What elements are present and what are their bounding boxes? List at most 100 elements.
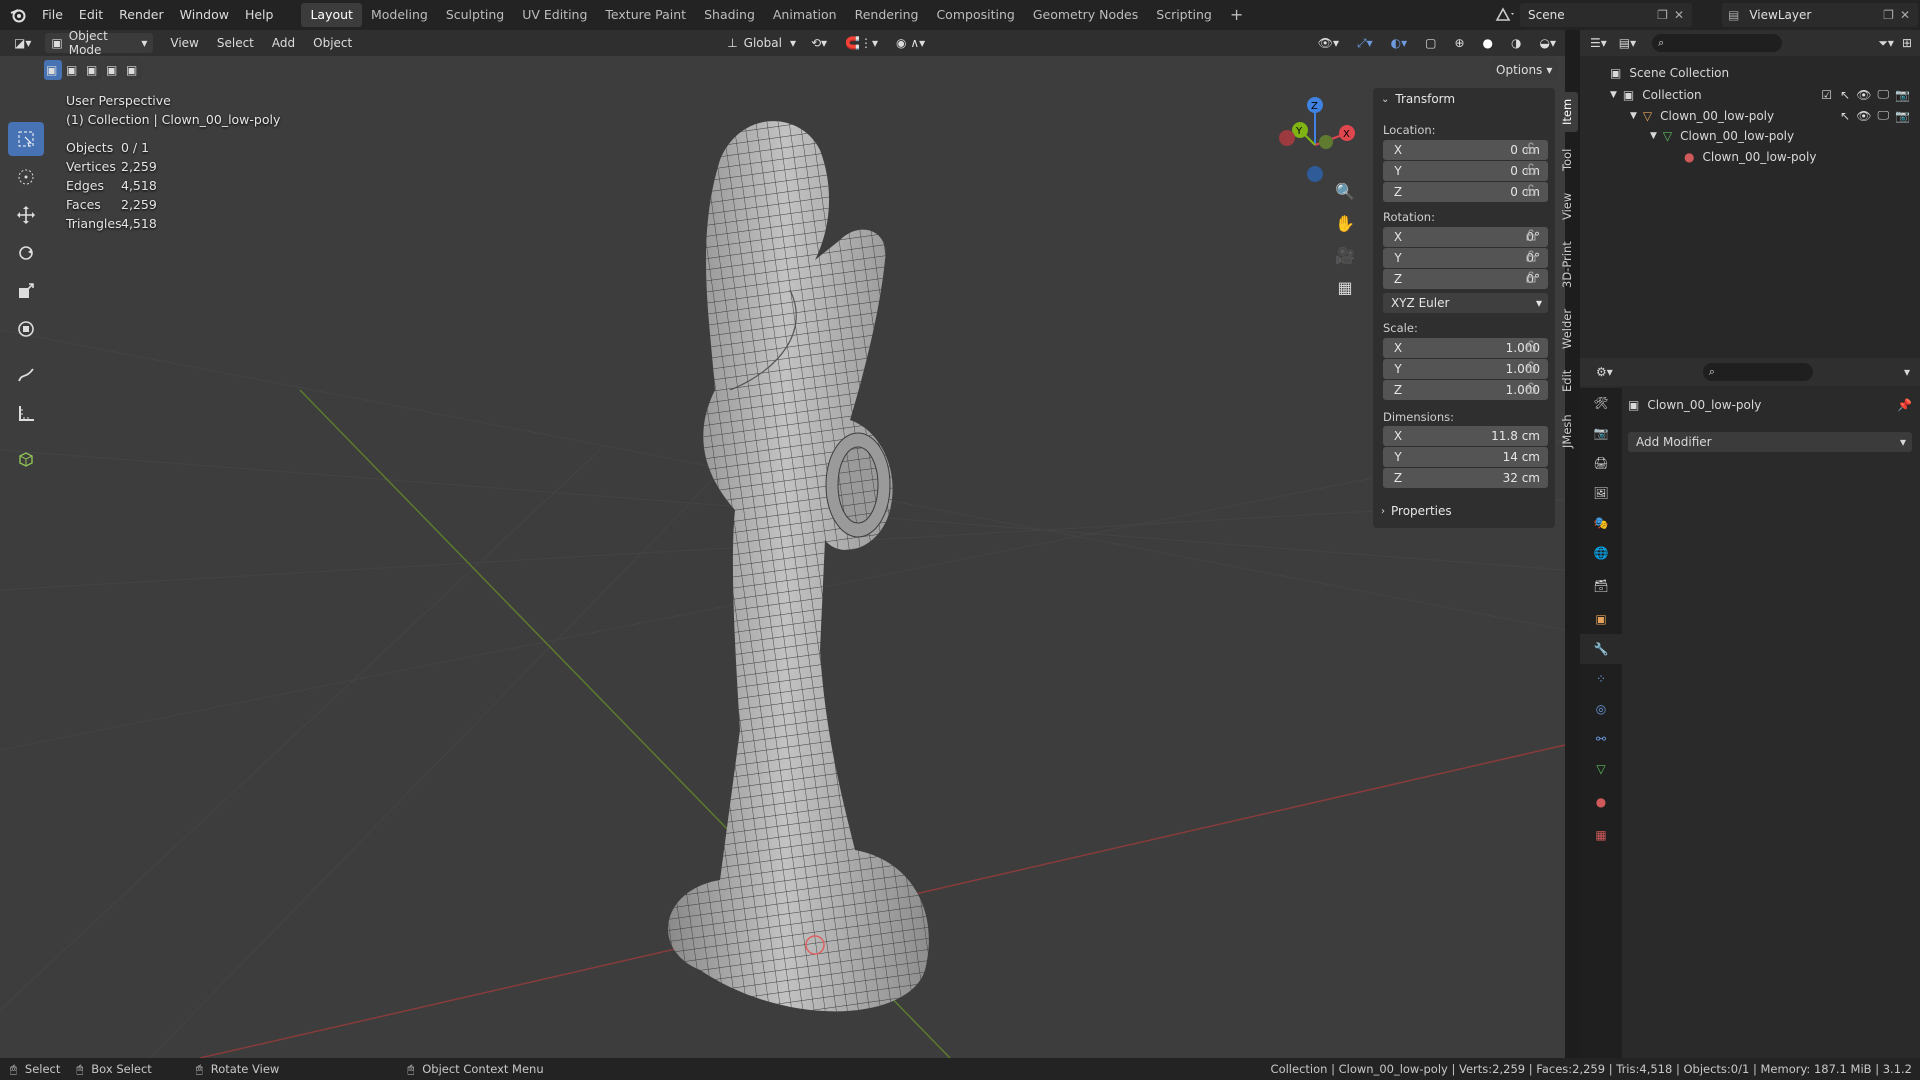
dimensions-y-field[interactable]: Y 14 cm [1383, 447, 1548, 467]
transform-panel-header[interactable]: ⌄ Transform [1381, 92, 1455, 106]
view-layer-copy-icon[interactable]: ❐ [1883, 8, 1894, 22]
tab-layout[interactable]: Layout [301, 3, 362, 27]
eye-icon[interactable]: 👁 [1856, 88, 1871, 102]
scale-z-field[interactable]: Z 1.000 [1383, 380, 1548, 400]
lock-icon[interactable] [1525, 163, 1537, 178]
tab-shading[interactable]: Shading [695, 3, 764, 27]
chevron-down-icon[interactable]: ▼ [1630, 111, 1637, 121]
blender-logo-icon[interactable] [10, 7, 26, 23]
filter-icon[interactable]: ⏷▾ [1878, 36, 1894, 51]
rotation-x-field[interactable]: X 0° [1383, 227, 1548, 247]
scene-copy-icon[interactable]: ❐ [1657, 8, 1668, 22]
outliner-search-field[interactable]: ⌕ [1652, 34, 1783, 52]
rotation-y-field[interactable]: Y 0° [1383, 248, 1548, 268]
3d-viewport[interactable]: ◪▾ ▣ Object Mode ▾ View Select Add Objec… [0, 30, 1565, 1058]
scene-close-icon[interactable]: ✕ [1674, 8, 1684, 22]
pan-hand-icon[interactable]: ✋ [1333, 214, 1357, 246]
render-tab-icon[interactable]: 📷 [1580, 418, 1622, 448]
select-arrow-icon[interactable]: ↖ [1840, 109, 1850, 123]
output-tab-icon[interactable]: 🖨 [1580, 448, 1622, 478]
outliner-row-mesh[interactable]: ▼ ▽ Clown_00_low-poly [1650, 129, 1794, 143]
dimensions-x-field[interactable]: X 11.8 cm [1383, 426, 1548, 446]
properties-search-field[interactable]: ⌕ [1702, 363, 1813, 381]
scene-selector[interactable]: Scene ❐ ✕ [1520, 3, 1692, 27]
select-intersect-icon[interactable]: ▣ [124, 60, 142, 80]
tab-uv-editing[interactable]: UV Editing [513, 3, 596, 27]
shading-wireframe-icon[interactable]: ⊕ [1445, 36, 1473, 50]
new-collection-icon[interactable]: ⊞ [1902, 36, 1912, 50]
location-z-field[interactable]: Z0 cm [1383, 182, 1548, 202]
chevron-down-icon[interactable]: ▾ [1904, 365, 1910, 379]
outliner-editor-icon[interactable]: ☰▾ [1590, 36, 1607, 50]
menu-edit[interactable]: Edit [71, 0, 111, 30]
properties-panel-header[interactable]: › Properties [1381, 504, 1452, 518]
zoom-icon[interactable]: 🔍 [1333, 182, 1357, 214]
location-x-field[interactable]: X0 cm [1383, 140, 1548, 160]
add-modifier-dropdown[interactable]: Add Modifier ▾ [1628, 432, 1912, 452]
chevron-down-icon[interactable]: ▼ [1650, 131, 1657, 141]
scale-x-field[interactable]: X 1.000 [1383, 338, 1548, 358]
collection-tab-icon[interactable]: 🗃 [1580, 568, 1622, 604]
xray-icon[interactable]: ▢ [1416, 36, 1445, 50]
world-tab-icon[interactable]: 🌐 [1580, 538, 1622, 568]
lock-icon[interactable] [1525, 250, 1537, 265]
tab-welder[interactable]: Welder [1560, 304, 1578, 354]
location-y-field[interactable]: Y0 cm [1383, 161, 1548, 181]
overlays-icon[interactable]: ◐▾ [1382, 36, 1417, 50]
lock-icon[interactable] [1525, 382, 1537, 397]
tab-modeling[interactable]: Modeling [362, 3, 437, 27]
material-tab-icon[interactable]: ● [1580, 784, 1622, 820]
tab-texture-paint[interactable]: Texture Paint [596, 3, 695, 27]
shading-solid-icon[interactable]: ● [1474, 36, 1502, 50]
proportional-edit-icon[interactable]: ◉ ∧▾ [887, 36, 934, 50]
dimensions-z-field[interactable]: Z 32 cm [1383, 468, 1548, 488]
constraints-tab-icon[interactable]: ⚯ [1580, 724, 1622, 754]
scene-type-icon[interactable] [1494, 6, 1516, 27]
tool-tab-icon[interactable]: 🛠 [1580, 388, 1622, 418]
lock-icon[interactable] [1525, 271, 1537, 286]
menu-object[interactable]: Object [304, 36, 361, 50]
tab-jmesh[interactable]: JMesh [1560, 408, 1578, 454]
monitor-icon[interactable]: 🖵 [1877, 87, 1889, 102]
shading-rendered-icon[interactable]: ◒▾ [1531, 36, 1566, 50]
tab-view[interactable]: View [1560, 186, 1578, 226]
measure-tool-icon[interactable] [8, 396, 44, 430]
lock-icon[interactable] [1525, 142, 1537, 157]
properties-editor-icon[interactable]: ⚙▾ [1596, 365, 1613, 379]
particles-tab-icon[interactable]: ⁘ [1580, 664, 1622, 694]
view-layer-selector[interactable]: ▤ ViewLayer ❐ ✕ [1722, 3, 1918, 27]
monitor-icon[interactable]: 🖵 [1877, 108, 1889, 123]
shading-material-icon[interactable]: ◑ [1502, 36, 1530, 50]
view-layer-tab-icon[interactable]: 🖼 [1580, 478, 1622, 508]
select-subtract-icon[interactable]: ▣ [84, 60, 102, 80]
camera-icon[interactable]: 📷 [1895, 88, 1910, 102]
tab-rendering[interactable]: Rendering [846, 3, 928, 27]
menu-add[interactable]: Add [263, 36, 304, 50]
scene-tab-icon[interactable]: 🎭 [1580, 508, 1622, 538]
menu-view[interactable]: View [161, 36, 207, 50]
menu-file[interactable]: File [34, 0, 71, 30]
object-tab-icon[interactable]: ▣ [1580, 604, 1622, 634]
lock-icon[interactable] [1525, 361, 1537, 376]
lock-icon[interactable] [1525, 229, 1537, 244]
clown-mesh[interactable] [640, 90, 960, 1040]
chevron-down-icon[interactable]: ▼ [1610, 90, 1617, 100]
select-new-icon[interactable]: ▣ [44, 60, 62, 80]
camera-view-icon[interactable]: 🎥 [1333, 246, 1357, 278]
lock-icon[interactable] [1525, 340, 1537, 355]
outliner-row-material[interactable]: ● Clown_00_low-poly [1684, 150, 1816, 164]
select-extend-icon[interactable]: ▣ [64, 60, 82, 80]
menu-window[interactable]: Window [172, 0, 237, 30]
orientation-dropdown[interactable]: ⊥ Global ▾ [721, 33, 802, 53]
select-box-tool-icon[interactable] [8, 122, 44, 156]
cursor-tool-icon[interactable] [8, 160, 44, 194]
outliner-row-collection[interactable]: ▼ ▣ Collection ☑ ↖ 👁 🖵 📷 [1610, 87, 1910, 102]
gizmo-icon[interactable]: ⤢▾ [1348, 36, 1382, 51]
move-tool-icon[interactable] [8, 198, 44, 232]
scale-y-field[interactable]: Y 1.000 [1383, 359, 1548, 379]
tab-scripting[interactable]: Scripting [1147, 3, 1221, 27]
rotate-tool-icon[interactable] [8, 236, 44, 270]
tab-geometry-nodes[interactable]: Geometry Nodes [1024, 3, 1147, 27]
rotation-mode-dropdown[interactable]: XYZ Euler ▾ [1383, 293, 1548, 313]
display-mode-icon[interactable]: ▤▾ [1619, 36, 1636, 50]
